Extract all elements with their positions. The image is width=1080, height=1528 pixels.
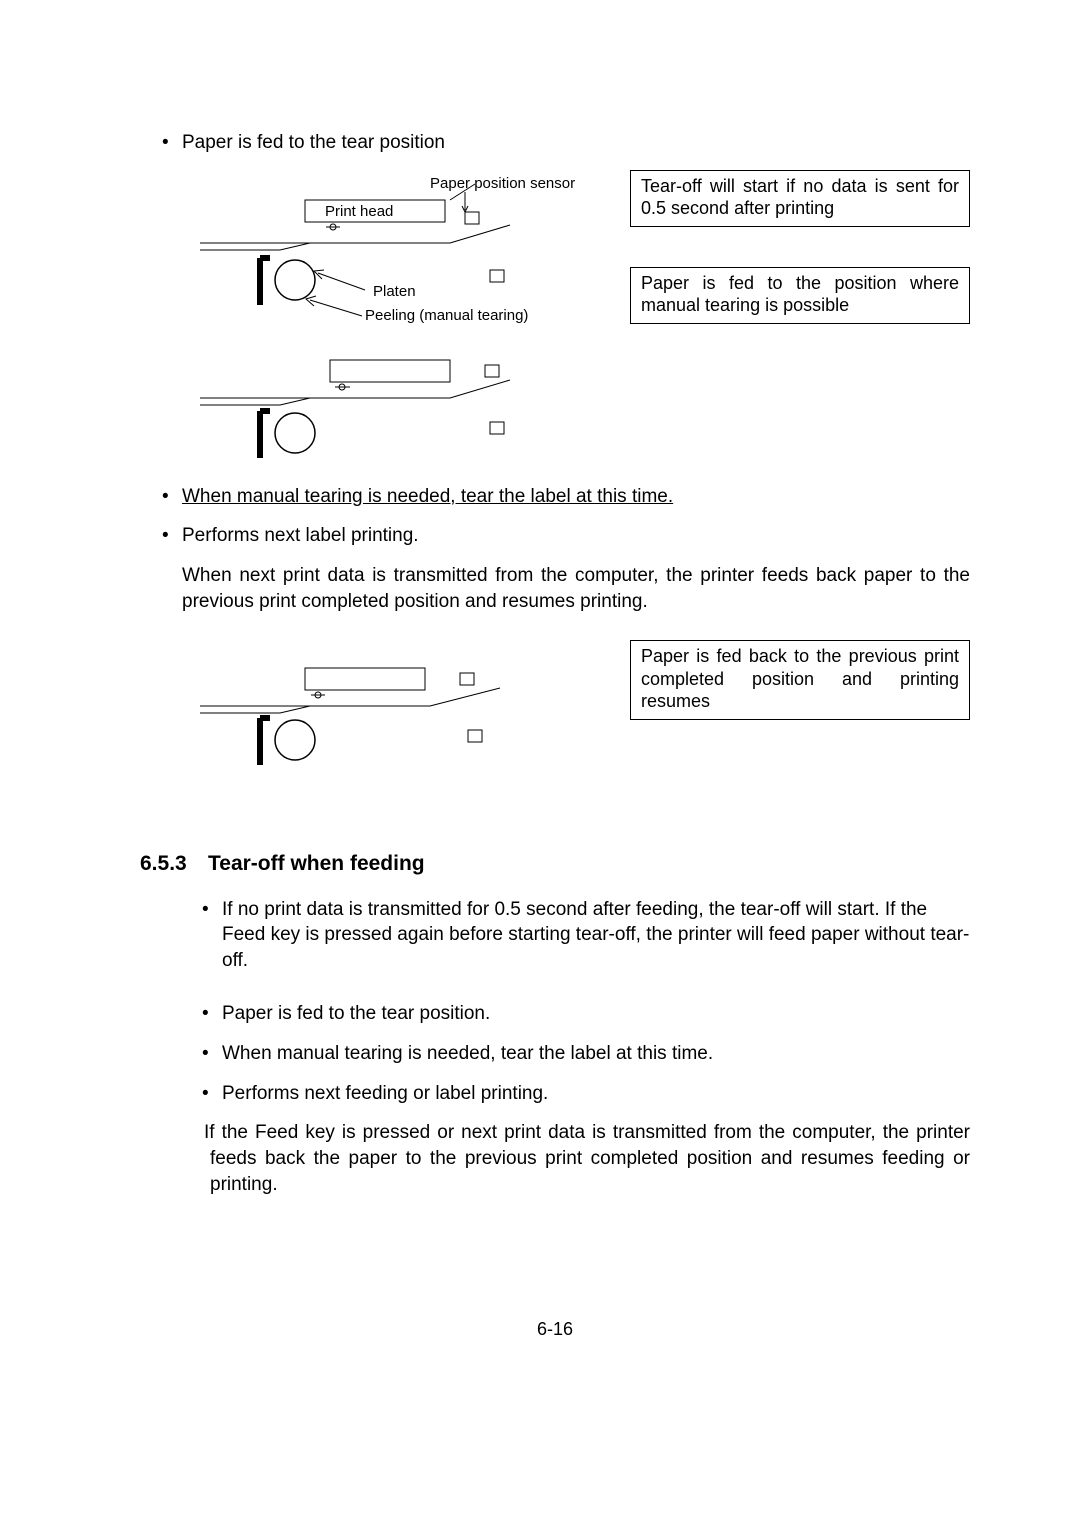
paragraph-653-indent: If the Feed key is pressed or next print… — [180, 1120, 970, 1197]
label-platen: Platen — [373, 283, 416, 300]
bullet-653-3: When manual tearing is needed, tear the … — [180, 1041, 970, 1067]
bullet-653-2: Paper is fed to the tear position. — [180, 1001, 970, 1027]
bullet-performs-next: Performs next label printing. — [140, 523, 970, 549]
info-box-fed-back: Paper is fed back to the previous print … — [630, 640, 970, 720]
bullet-653-1: If no print data is transmitted for 0.5 … — [180, 897, 970, 974]
figure-feed-back — [190, 640, 550, 780]
figure-tear-position: Paper position sensor Print head P — [190, 170, 590, 460]
paragraph-next-print: When next print data is transmitted from… — [140, 563, 970, 614]
page-number: 6-16 — [140, 1317, 970, 1341]
bullet-manual-tear: When manual tearing is needed, tear the … — [140, 484, 970, 510]
label-peeling: Peeling (manual tearing) — [365, 307, 528, 324]
section-heading-653: 6.5.3Tear-off when feeding — [140, 850, 970, 878]
info-box-tearoff-start: Tear-off will start if no data is sent f… — [630, 170, 970, 227]
label-print-head: Print head — [325, 203, 393, 220]
bullet-653-4: Performs next feeding or label printing. — [180, 1081, 970, 1107]
bullet-fed-to-tear: Paper is fed to the tear position — [140, 130, 970, 156]
label-paper-position-sensor: Paper position sensor — [430, 175, 575, 192]
info-box-fed-position: Paper is fed to the position where manua… — [630, 267, 970, 324]
